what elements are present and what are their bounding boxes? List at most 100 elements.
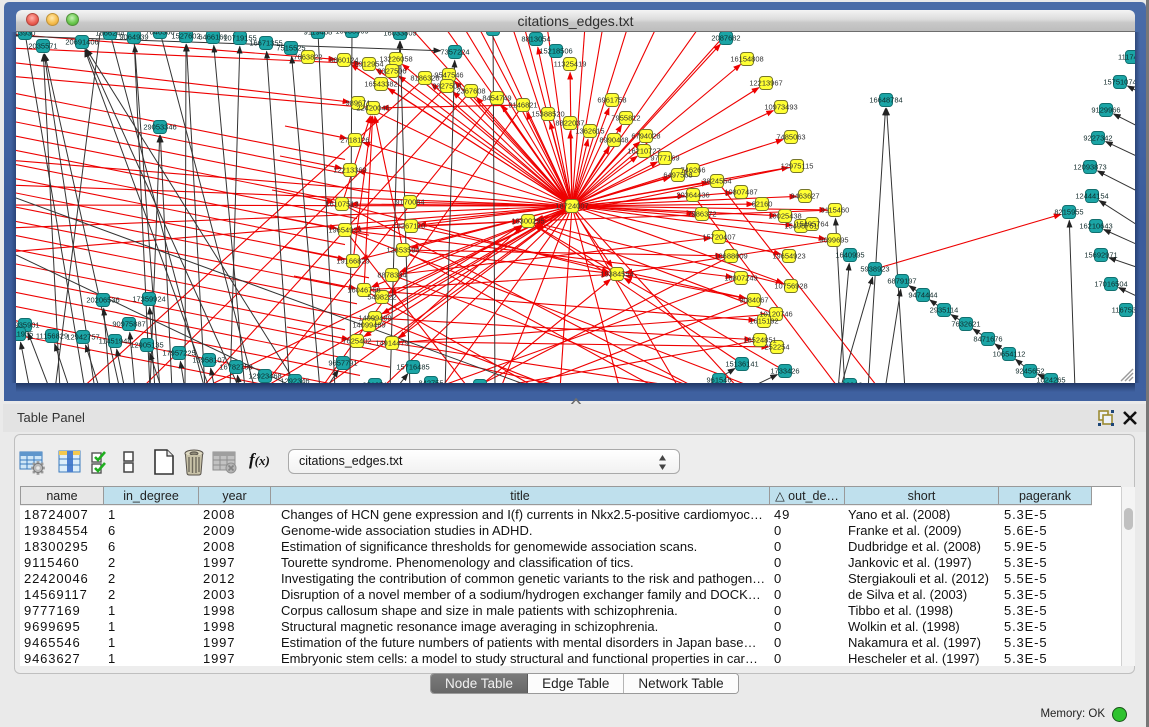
svg-text:8813054: 8813054: [478, 32, 507, 34]
svg-text:9227342: 9227342: [1083, 134, 1112, 143]
svg-text:2718126: 2718126: [340, 136, 369, 145]
svg-text:10756928: 10756928: [774, 282, 807, 291]
svg-text:1117433: 1117433: [1118, 53, 1135, 62]
svg-text:8990448: 8990448: [599, 136, 628, 145]
svg-text:22420046: 22420046: [356, 104, 389, 113]
svg-text:7646366: 7646366: [145, 32, 174, 37]
svg-text:16782759: 16782759: [219, 363, 252, 372]
svg-text:15720407: 15720407: [702, 233, 735, 242]
svg-text:7357224: 7357224: [440, 48, 469, 57]
svg-text:13226058: 13226058: [379, 55, 412, 64]
svg-text:8813054: 8813054: [521, 35, 550, 44]
svg-text:13930: 13930: [16, 32, 35, 38]
svg-text:10973493: 10973493: [764, 103, 797, 112]
svg-text:9170084: 9170084: [395, 198, 424, 207]
svg-text:6961758: 6961758: [597, 96, 626, 105]
svg-text:19384554: 19384554: [600, 270, 633, 279]
svg-text:10688609: 10688609: [714, 252, 747, 261]
svg-text:9064939: 9064939: [119, 33, 148, 42]
svg-text:19166829: 19166829: [336, 257, 369, 266]
svg-text:90975887: 90975887: [112, 320, 145, 329]
svg-text:16033809: 16033809: [335, 32, 368, 36]
svg-text:62160: 62160: [752, 200, 773, 209]
svg-text:17016504: 17016504: [1094, 280, 1127, 289]
svg-text:14099489: 14099489: [352, 321, 385, 330]
svg-text:19654923: 19654923: [772, 252, 805, 261]
svg-text:1362615: 1362615: [575, 127, 604, 136]
svg-text:1640995: 1640995: [835, 251, 864, 260]
svg-text:9119468: 9119468: [304, 32, 333, 37]
svg-text:8878334: 8878334: [377, 271, 406, 280]
svg-text:20364436: 20364436: [676, 191, 709, 200]
svg-text:16543382: 16543382: [364, 80, 397, 89]
svg-text:29053346: 29053346: [143, 123, 176, 132]
svg-text:252254: 252254: [764, 343, 789, 352]
svg-text:9699695: 9699695: [819, 236, 848, 245]
svg-text:18724007: 18724007: [555, 202, 588, 211]
svg-text:7485063: 7485063: [776, 133, 805, 142]
svg-text:2935114: 2935114: [930, 306, 959, 315]
svg-text:20691406: 20691406: [65, 38, 98, 47]
svg-text:7515525: 7515525: [276, 44, 305, 53]
svg-text:12444154: 12444154: [1075, 192, 1108, 201]
svg-text:9463627: 9463627: [790, 192, 819, 201]
svg-text:16107513: 16107513: [325, 200, 358, 209]
svg-text:16210643: 16210643: [1079, 222, 1112, 231]
svg-text:7632621: 7632621: [951, 320, 980, 329]
svg-text:1733426: 1733426: [770, 367, 799, 376]
svg-text:15218506: 15218506: [539, 47, 572, 56]
svg-text:1615192: 1615192: [749, 317, 778, 326]
svg-text:15692971: 15692971: [1084, 251, 1117, 260]
svg-text:10807487: 10807487: [724, 188, 757, 197]
svg-text:15751074: 15751074: [1103, 78, 1135, 87]
svg-text:1527602: 1527602: [171, 32, 200, 41]
svg-text:18300295: 18300295: [511, 217, 544, 226]
svg-text:2035571: 2035571: [28, 42, 57, 51]
svg-text:8215955: 8215955: [1054, 208, 1083, 217]
svg-text:746266: 746266: [680, 166, 705, 175]
svg-text:8471676: 8471676: [973, 335, 1002, 344]
svg-text:12923468: 12923468: [248, 372, 281, 381]
svg-text:11451944: 11451944: [99, 337, 132, 346]
svg-text:6794028: 6794028: [631, 132, 660, 141]
svg-text:7986372: 7986372: [687, 210, 716, 219]
svg-text:16033809: 16033809: [383, 32, 416, 38]
svg-text:8454749: 8454749: [482, 94, 511, 103]
svg-text:10654112: 10654112: [993, 350, 1026, 359]
svg-text:17957225: 17957225: [162, 349, 195, 358]
svg-text:1935901: 1935901: [16, 321, 40, 330]
svg-text:7663822: 7663822: [293, 53, 322, 62]
svg-text:18807249: 18807249: [724, 274, 757, 283]
svg-text:5498222: 5498222: [367, 293, 396, 302]
svg-text:15388520: 15388520: [531, 110, 564, 119]
svg-text:9129966: 9129966: [1091, 106, 1120, 115]
svg-text:12942757: 12942757: [66, 333, 99, 342]
svg-text:3824554: 3824554: [702, 177, 731, 186]
svg-text:7955812: 7955812: [611, 114, 640, 123]
svg-text:11325419: 11325419: [554, 60, 587, 69]
svg-text:15136141: 15136141: [725, 360, 758, 369]
svg-text:6879197: 6879197: [887, 277, 916, 286]
svg-text:20206536: 20206536: [86, 296, 119, 305]
svg-text:15495764: 15495764: [795, 220, 828, 229]
svg-text:12353594: 12353594: [386, 246, 419, 255]
svg-text:9657791: 9657791: [328, 359, 357, 368]
svg-text:12213369: 12213369: [333, 166, 366, 175]
svg-text:2367608: 2367608: [456, 87, 485, 96]
svg-text:5938923: 5938923: [860, 265, 889, 274]
svg-text:19654923: 19654923: [328, 226, 361, 235]
svg-text:8267110: 8267110: [397, 222, 426, 231]
svg-text:9245652: 9245652: [1015, 367, 1044, 376]
svg-text:1167533: 1167533: [1112, 306, 1135, 315]
svg-text:9327506: 9327506: [377, 67, 406, 76]
svg-text:9777169: 9777169: [650, 154, 679, 163]
svg-text:17359924: 17359924: [132, 295, 165, 304]
svg-text:9146821: 9146821: [508, 101, 537, 110]
svg-text:12905135: 12905135: [130, 341, 163, 350]
svg-text:14914479: 14914479: [375, 339, 408, 348]
svg-text:12093873: 12093873: [1073, 163, 1106, 172]
svg-text:3911935: 3911935: [16, 330, 33, 339]
svg-text:961546: 961546: [706, 376, 731, 384]
svg-text:16648784: 16648784: [869, 96, 902, 105]
svg-text:16154808: 16154808: [730, 55, 763, 64]
